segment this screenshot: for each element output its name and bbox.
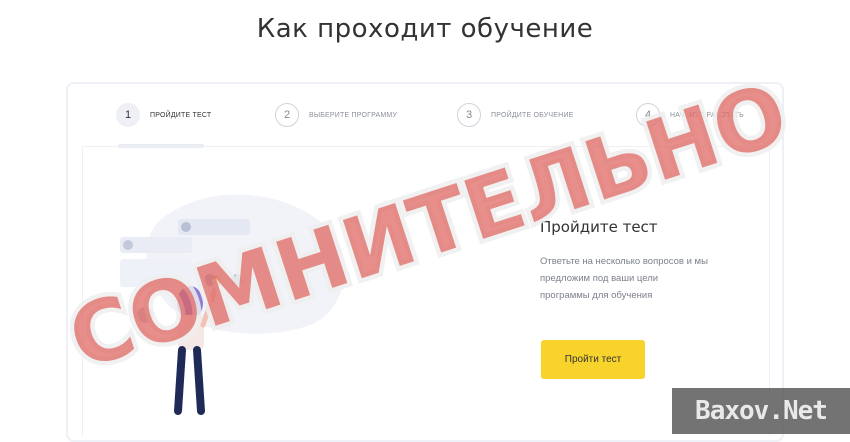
step-2-number: 2 <box>275 103 299 127</box>
step-1-label: Пройдите тест <box>150 111 212 119</box>
woman-illustration <box>120 194 345 415</box>
step-2[interactable]: 2 Выберите программу <box>275 102 397 128</box>
step-2-label: Выберите программу <box>309 111 398 119</box>
page-title: Как проходит обучение <box>256 14 594 44</box>
watermark-text: Baxov.Net <box>695 396 828 426</box>
panel-title: Пройдите тест <box>540 218 658 236</box>
step-3-label: Пройдите обучение <box>491 111 574 119</box>
step-4-number: 4 <box>636 103 660 127</box>
step-1-number: 1 <box>116 103 140 127</box>
step-4[interactable]: 4 Начните работать <box>636 102 744 128</box>
panel-description: Ответьте на несколько вопросов и мы пред… <box>540 256 708 301</box>
step-3[interactable]: 3 Пройдите обучение <box>457 102 574 128</box>
step-3-number: 3 <box>457 103 481 127</box>
take-test-button[interactable]: Пройти тест <box>541 340 645 379</box>
stepper: 1 Пройдите тест 2 Выберите программу 3 П… <box>116 102 776 132</box>
watermark: Baxov.Net <box>672 388 850 434</box>
step-4-label: Начните работать <box>670 111 744 119</box>
step-1[interactable]: 1 Пройдите тест <box>116 102 211 128</box>
